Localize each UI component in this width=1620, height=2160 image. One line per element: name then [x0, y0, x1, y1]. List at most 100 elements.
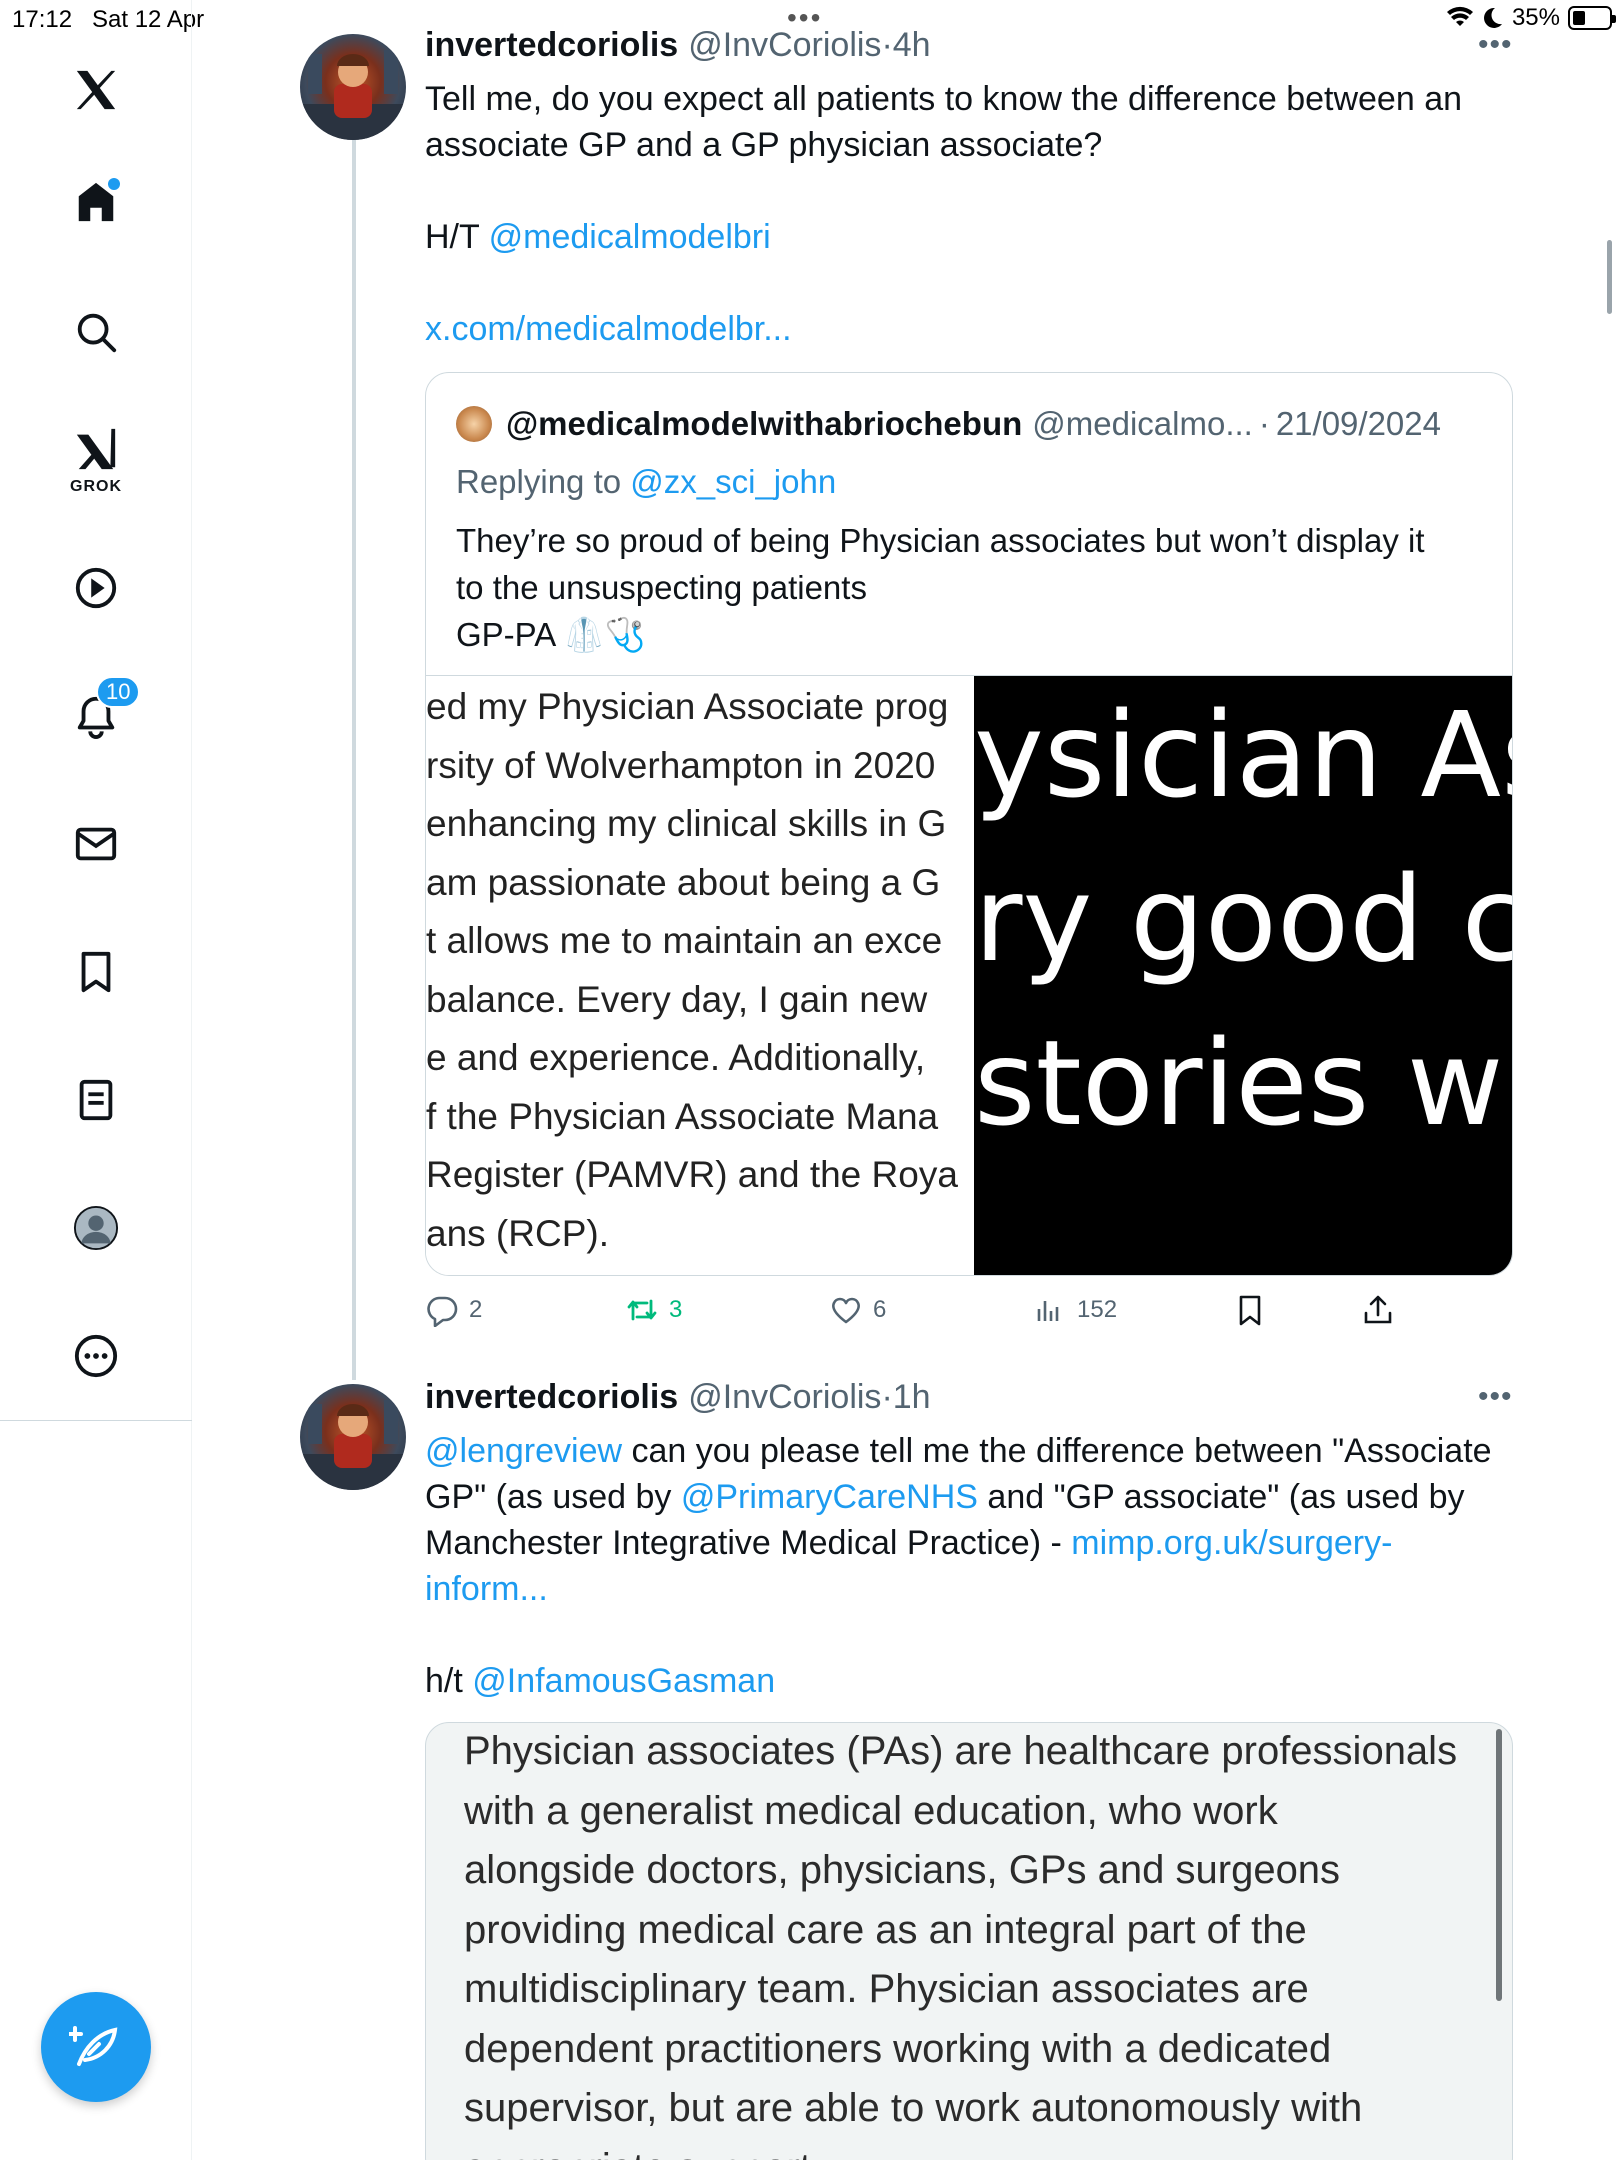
separator: ·	[1258, 405, 1270, 442]
like-button[interactable]: 6	[829, 1293, 886, 1327]
tweet-header: invertedcoriolis @InvCoriolis · 4h	[425, 26, 931, 65]
tweet-text-line: GP" (as used by @PrimaryCareNHS and "GP …	[425, 1474, 1505, 1520]
more-options-icon[interactable]: •••	[1478, 1380, 1513, 1414]
more-icon[interactable]	[70, 1330, 122, 1382]
image-text-line: providing medical care as an integral pa…	[464, 1907, 1307, 1952]
hat-tip-line: h/t @InfamousGasman	[425, 1658, 1505, 1704]
handle[interactable]: @InvCoriolis	[688, 26, 881, 65]
image-text-line: appropriate support.	[464, 2146, 822, 2160]
image-text-line: supervisor, but are able to work autonom…	[464, 2086, 1363, 2130]
share-icon	[1364, 1295, 1392, 1324]
media-text-line: ed my Physician Associate prog	[426, 686, 949, 727]
bookmark-icon	[1239, 1295, 1261, 1326]
url-line: x.com/medicalmodelbr...	[425, 306, 1505, 352]
quote-text-line: GP-PA 🥼🩺	[456, 616, 646, 653]
avatar[interactable]	[300, 34, 406, 140]
quote-text-line: They’re so proud of being Physician asso…	[456, 522, 1425, 559]
media-text-line: t allows me to maintain an exce	[426, 920, 943, 961]
image-text-line: with a generalist medical education, who…	[464, 1788, 1278, 1833]
timestamp[interactable]: 4h	[893, 26, 931, 65]
hat-tip-prefix: h/t	[425, 1662, 473, 1700]
retweet-button[interactable]: 3	[625, 1293, 682, 1327]
page-scrollbar[interactable]	[1607, 240, 1612, 314]
mail-icon[interactable]	[70, 818, 122, 870]
tweet-actions: 2 3 6 152	[425, 1293, 1425, 1337]
tweet-text-line: Tell me, do you expect all patients to k…	[425, 80, 1463, 118]
separator: ·	[881, 26, 893, 64]
profile-icon[interactable]	[70, 1202, 122, 1254]
media-text-line: ans (RCP).	[426, 1212, 609, 1254]
image-text-line: multidisciplinary team. Physician associ…	[464, 1967, 1309, 2011]
mention-link[interactable]: @medicalmodelbri	[489, 218, 771, 256]
tweet-text-line: Manchester Integrative Medical Practice)…	[425, 1520, 1505, 1566]
replying-to-mention[interactable]: @zx_sci_john	[630, 463, 836, 500]
quote-display-name[interactable]: @medicalmodelwithabriochebun	[506, 405, 1022, 443]
media-text-line: balance. Every day, I gain new	[426, 978, 928, 1020]
display-name[interactable]: invertedcoriolis	[425, 26, 678, 65]
tweet-text-line: @lengreview can you please tell me the d…	[425, 1428, 1505, 1474]
text-segment: can you please tell me the difference be…	[622, 1432, 1492, 1470]
avatar[interactable]	[300, 1384, 406, 1490]
url-link[interactable]: x.com/medicalmodelbr...	[425, 310, 792, 348]
more-options-icon[interactable]: •••	[1478, 28, 1513, 62]
compose-feather-icon	[69, 2026, 118, 2066]
media-zoom-text-line: ysician As	[974, 686, 1513, 824]
mention-link[interactable]: @InfamousGasman	[472, 1662, 775, 1700]
replying-to: Replying to @zx_sci_john	[456, 463, 836, 501]
search-icon[interactable]	[70, 306, 122, 358]
quote-text: They’re so proud of being Physician asso…	[456, 517, 1496, 658]
quote-avatar[interactable]	[456, 406, 492, 442]
wifi-icon	[1446, 6, 1473, 26]
quote-header: @medicalmodelwithabriochebun @medicalmo.…	[456, 405, 1441, 443]
view-count: 152	[1077, 1296, 1118, 1323]
quote-handle[interactable]: @medicalmo...	[1032, 405, 1253, 443]
notification-count-badge: 10	[96, 676, 141, 708]
url-link[interactable]: inform...	[425, 1570, 548, 1608]
hat-tip-prefix: H/T	[425, 218, 489, 256]
share-button[interactable]	[1361, 1293, 1395, 1327]
quote-date[interactable]: 21/09/2024	[1276, 405, 1441, 443]
reply-icon	[427, 1296, 458, 1327]
image-text-line: Physician associates (PAs) are healthcar…	[464, 1729, 1458, 1773]
battery-percent: 35%	[1511, 4, 1560, 31]
reply-button[interactable]: 2	[425, 1293, 482, 1327]
home-notification-dot	[108, 178, 120, 190]
image-text-line: dependent practitioners working with a d…	[464, 2026, 1332, 2071]
bookmark-icon[interactable]	[70, 946, 122, 998]
retweet-icon	[627, 1299, 657, 1321]
media-text-line: e and experience. Additionally,	[426, 1037, 926, 1078]
media-image-left[interactable]: ed my Physician Associate prog rsity of W…	[426, 676, 974, 1275]
moon-icon	[1483, 7, 1502, 28]
mention-link[interactable]: @PrimaryCareNHS	[681, 1478, 978, 1516]
reply-count: 2	[469, 1296, 483, 1323]
media-text-line: rsity of Wolverhampton in 2020	[426, 744, 936, 786]
text-segment: and "GP associate" (as used by	[977, 1478, 1465, 1516]
sidebar-divider	[0, 1420, 192, 1421]
list-icon[interactable]	[70, 1074, 122, 1126]
mention-link[interactable]: @lengreview	[425, 1432, 622, 1470]
status-indicators: 35%	[1446, 4, 1616, 32]
tweet-text: @lengreview can you please tell me the d…	[425, 1428, 1505, 1612]
x-logo-icon[interactable]	[70, 64, 122, 116]
quote-media[interactable]: ed my Physician Associate prog rsity of W…	[426, 675, 1513, 1275]
bell-icon[interactable]: 10	[70, 676, 141, 742]
compose-post-button[interactable]	[41, 1992, 151, 2102]
text-segment: GP" (as used by	[425, 1478, 681, 1516]
bookmark-button[interactable]	[1233, 1293, 1267, 1327]
media-text-line: f the Physician Associate Mana	[426, 1095, 939, 1137]
hat-tip-line: H/T @medicalmodelbri	[425, 214, 1505, 260]
display-name[interactable]: invertedcoriolis	[425, 1378, 678, 1417]
media-image-right[interactable]: ysician As ry good c stories w	[974, 676, 1513, 1275]
home-icon[interactable]	[70, 176, 122, 228]
tweet-image[interactable]: Physician associates (PAs) are healthcar…	[425, 1722, 1513, 2160]
views-button[interactable]: 152	[1033, 1293, 1117, 1327]
play-icon[interactable]	[70, 562, 122, 614]
url-link[interactable]: mimp.org.uk/surgery-	[1071, 1524, 1392, 1562]
grok-icon[interactable]	[70, 424, 122, 476]
handle[interactable]: @InvCoriolis	[688, 1378, 881, 1417]
text-segment: Manchester Integrative Medical Practice)…	[425, 1524, 1072, 1562]
media-text-line: enhancing my clinical skills in G	[426, 803, 947, 844]
quoted-tweet-card[interactable]: @medicalmodelwithabriochebun @medicalmo.…	[425, 372, 1513, 1276]
tweet-header: invertedcoriolis @InvCoriolis · 1h	[425, 1378, 931, 1417]
timestamp[interactable]: 1h	[893, 1378, 931, 1417]
